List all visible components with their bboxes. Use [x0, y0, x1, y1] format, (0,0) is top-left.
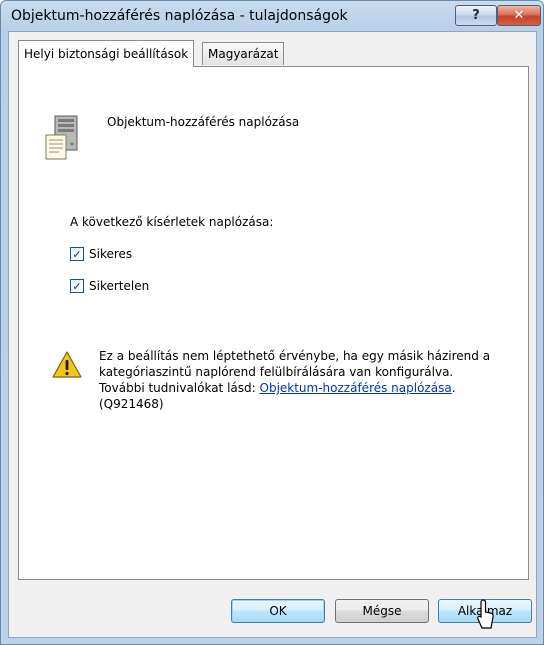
cancel-button[interactable]: Mégse	[335, 599, 429, 623]
tab-explain[interactable]: Magyarázat	[202, 42, 285, 65]
success-option[interactable]: ✓ Sikeres	[70, 247, 132, 261]
close-button[interactable]: ✕	[497, 5, 541, 26]
warning-line-3: További tudnivalókat lásd: Objektum-hozz…	[99, 380, 519, 396]
more-info-label: További tudnivalókat lásd:	[99, 381, 260, 395]
failure-label: Sikertelen	[89, 279, 150, 293]
properties-dialog: Objektum-hozzáférés naplózása - tulajdon…	[0, 0, 544, 645]
success-checkbox[interactable]: ✓	[70, 247, 84, 261]
success-label: Sikeres	[89, 247, 133, 261]
warning-icon	[52, 351, 82, 378]
tab-local-security-setting[interactable]: Helyi biztonsági beállítások	[18, 40, 195, 67]
window-title: Objektum-hozzáférés naplózása - tulajdon…	[11, 8, 348, 24]
warning-line-2: kategóriaszintű naplórend felülbírálásár…	[99, 365, 454, 379]
tab-panel: Objektum-hozzáférés naplózása A következ…	[18, 66, 529, 580]
server-icon	[45, 115, 78, 160]
more-info-suffix: .	[451, 381, 456, 395]
audit-attempts-label: A következő kísérletek naplózása:	[70, 215, 274, 229]
ok-button[interactable]: OK	[231, 599, 325, 623]
policy-name: Objektum-hozzáférés naplózása	[107, 115, 300, 129]
warning-text: Ez a beállítás nem léptethető érvénybe, …	[99, 348, 519, 412]
warning-line-1: Ez a beállítás nem léptethető érvénybe, …	[99, 349, 491, 363]
more-info-link[interactable]: Objektum-hozzáférés naplózása	[260, 381, 452, 395]
failure-option[interactable]: ✓ Sikertelen	[70, 279, 149, 293]
kb-reference: (Q921468)	[99, 397, 164, 411]
failure-checkbox[interactable]: ✓	[70, 279, 84, 293]
mouse-cursor-icon	[477, 599, 494, 629]
title-bar[interactable]: Objektum-hozzáférés naplózása - tulajdon…	[1, 1, 543, 31]
help-button[interactable]: ?	[455, 5, 497, 26]
dialog-client-area: Helyi biztonsági beállítások Magyarázat …	[8, 31, 537, 638]
